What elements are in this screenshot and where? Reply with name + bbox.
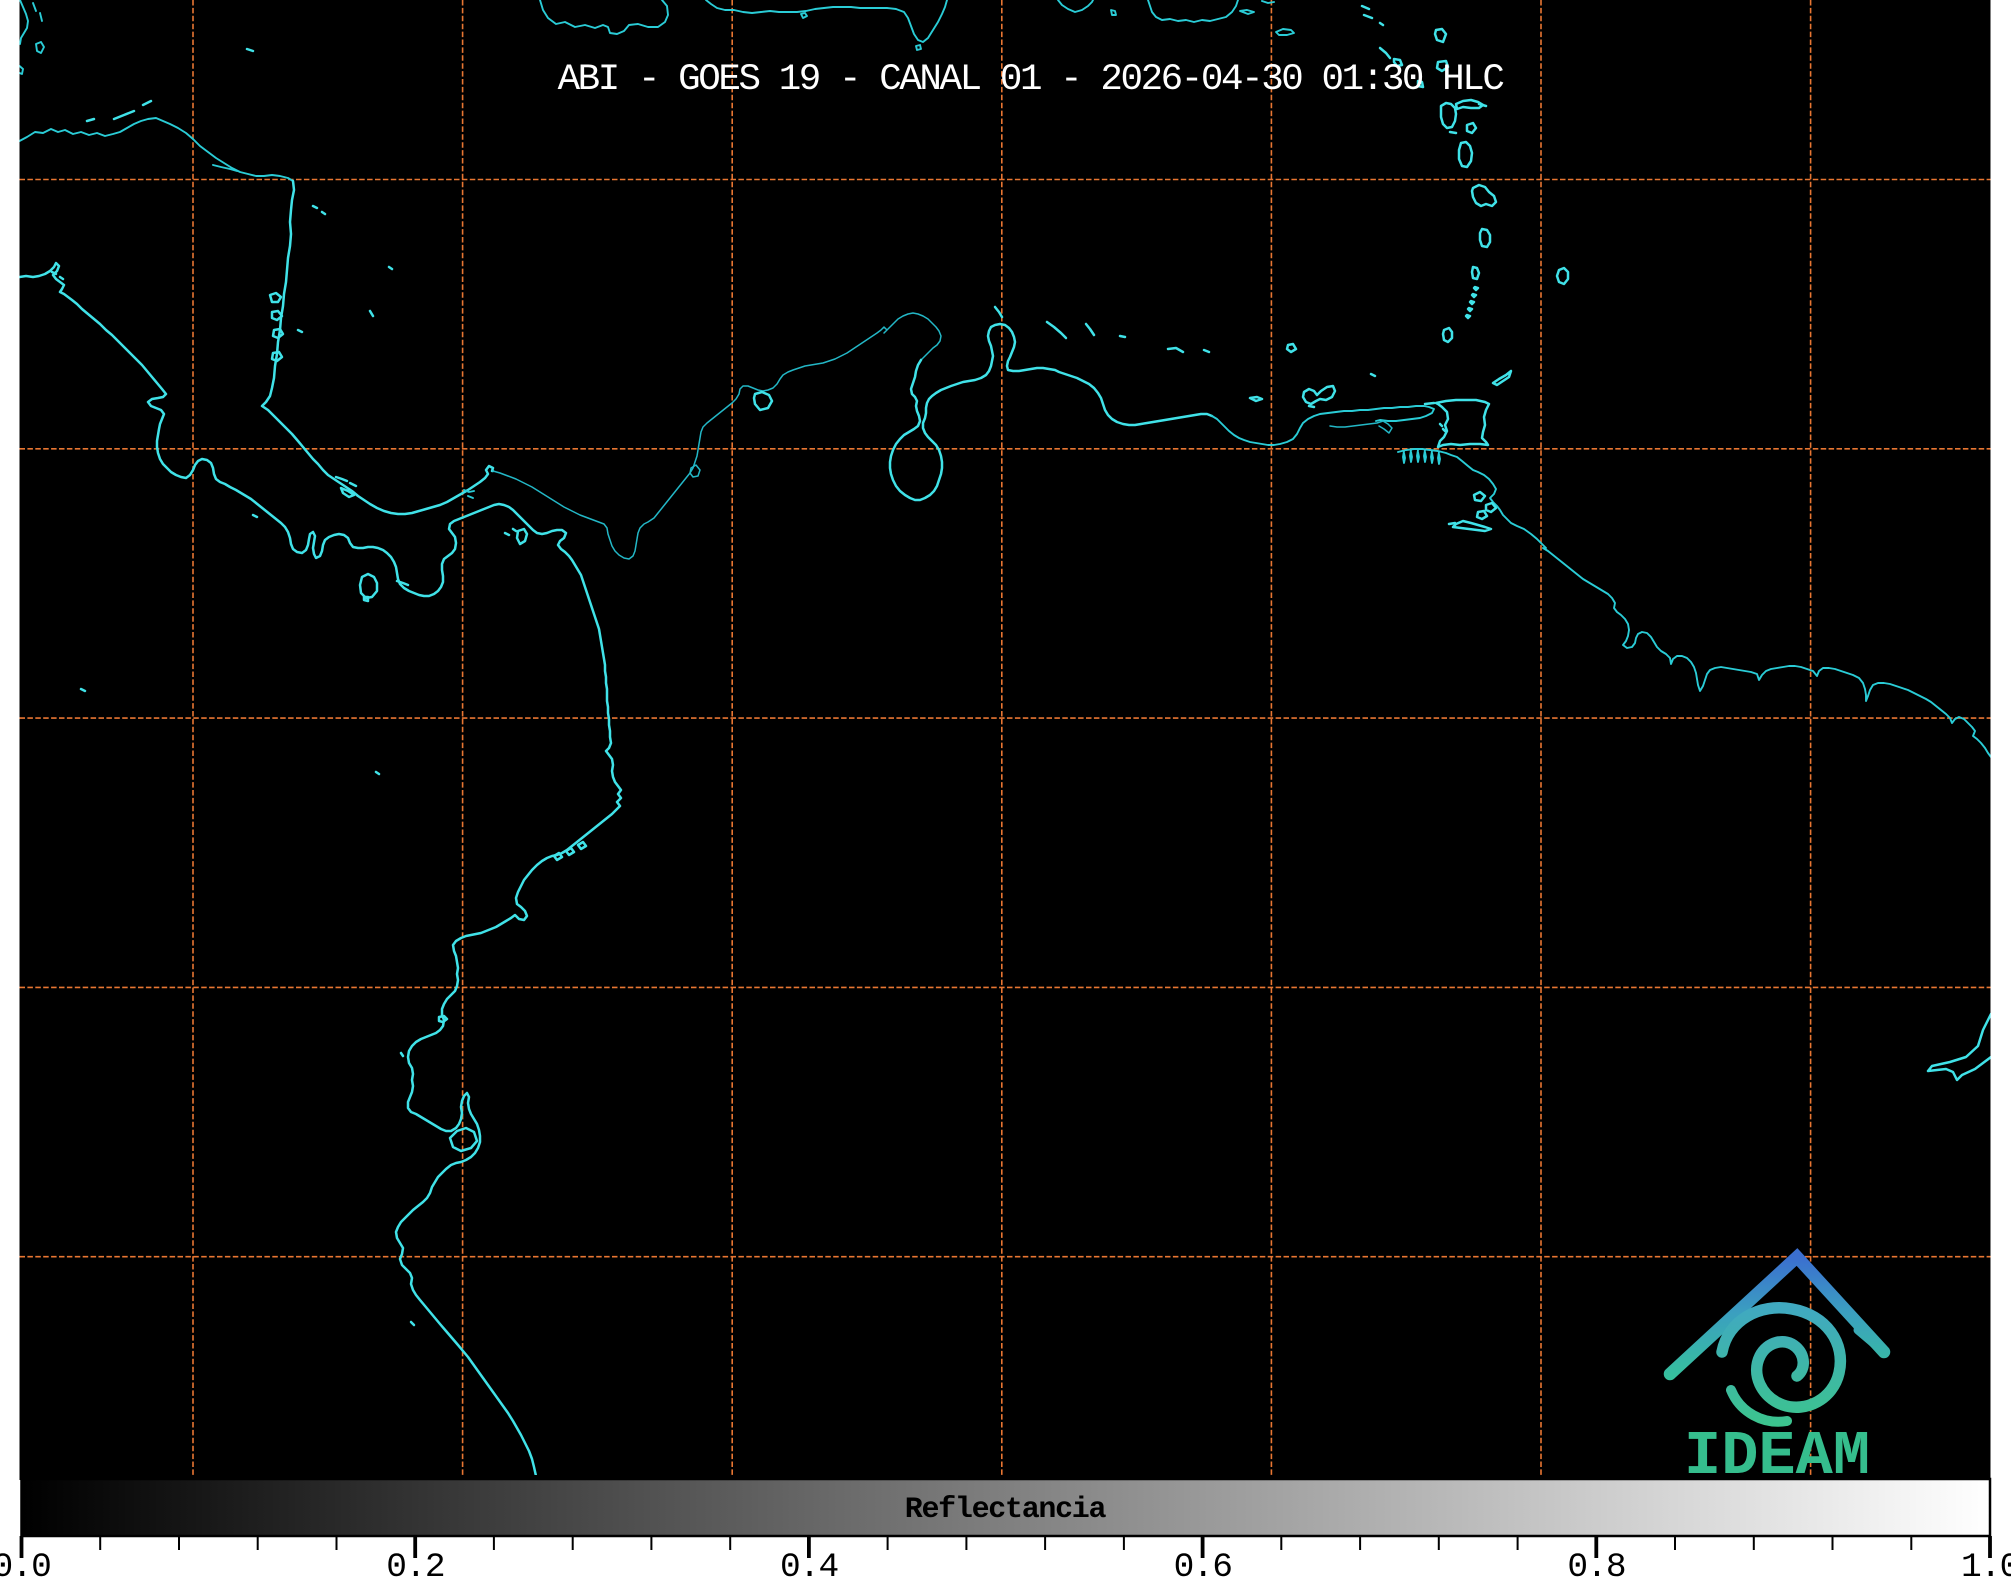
svg-text:Reflectancia: Reflectancia: [905, 1493, 1107, 1527]
svg-text:0.8: 0.8: [1567, 1548, 1625, 1577]
svg-text:1.0: 1.0: [1961, 1548, 2011, 1577]
svg-text:0.2: 0.2: [386, 1548, 444, 1577]
svg-text:0.4: 0.4: [780, 1548, 838, 1577]
svg-text:ABI - GOES 19 - CANAL 01 - 202: ABI - GOES 19 - CANAL 01 - 2026-04-30 01…: [558, 59, 1504, 101]
svg-text:0.6: 0.6: [1174, 1548, 1232, 1577]
svg-text:0.0: 0.0: [0, 1548, 50, 1577]
